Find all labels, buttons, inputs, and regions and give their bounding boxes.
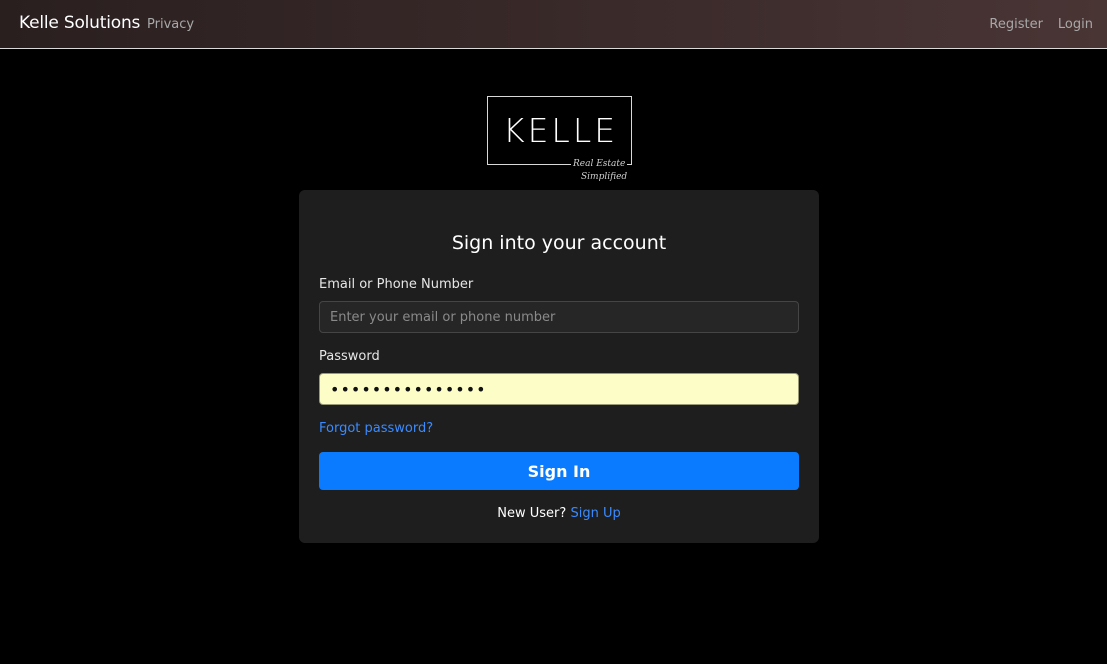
- new-user-text: New User?: [497, 506, 567, 521]
- nav-privacy-link[interactable]: Privacy: [147, 17, 194, 32]
- login-title: Sign into your account: [451, 232, 667, 254]
- login-card: Sign into your account Email or Phone Nu…: [299, 190, 819, 543]
- kelle-logo: KELLE Real Estate Simplified: [486, 95, 634, 185]
- brand-link[interactable]: Kelle Solutions: [19, 13, 140, 33]
- nav-auth-links: Register Login: [989, 17, 1093, 32]
- sign-in-button[interactable]: Sign In: [319, 452, 799, 490]
- logo-tagline-line2: Simplified: [579, 172, 630, 182]
- nav-login-link[interactable]: Login: [1058, 17, 1093, 32]
- password-input[interactable]: [319, 373, 799, 405]
- nav-register-link[interactable]: Register: [989, 17, 1043, 32]
- password-label: Password: [319, 349, 380, 364]
- email-label: Email or Phone Number: [319, 277, 474, 292]
- sign-up-link[interactable]: Sign Up: [570, 506, 620, 521]
- top-navbar: Kelle Solutions Privacy Register Login: [0, 0, 1107, 49]
- email-input[interactable]: [319, 301, 799, 333]
- logo-title: KELLE: [502, 111, 619, 150]
- forgot-password-link[interactable]: Forgot password?: [319, 421, 433, 436]
- logo-frame: KELLE: [487, 96, 632, 165]
- new-user-prompt: New User? Sign Up: [299, 506, 819, 521]
- logo-tagline-line1: Real Estate: [571, 159, 628, 169]
